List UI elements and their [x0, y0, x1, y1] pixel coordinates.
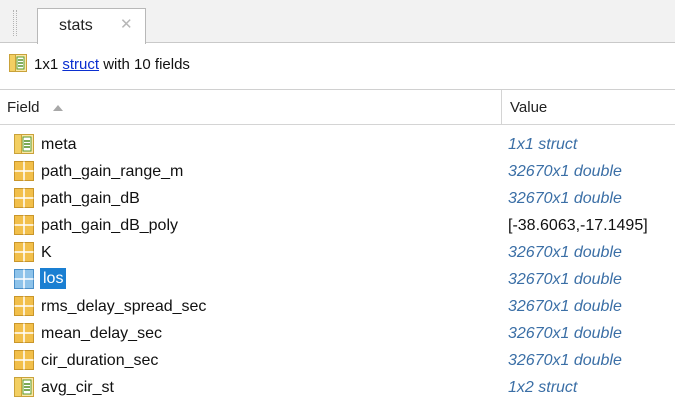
- summary-suffix: with 10 fields: [99, 56, 190, 73]
- sort-ascending-icon: [53, 105, 63, 111]
- field-name[interactable]: path_gain_range_m: [41, 162, 183, 181]
- field-value[interactable]: 1x2 struct: [508, 378, 577, 397]
- field-value[interactable]: 32670x1 double: [508, 324, 622, 343]
- tab-stats[interactable]: stats ✕: [37, 8, 146, 44]
- table-row[interactable]: meta 1x1 struct: [0, 131, 675, 158]
- table-row[interactable]: rms_delay_spread_sec 32670x1 double: [0, 293, 675, 320]
- table-row[interactable]: path_gain_dB 32670x1 double: [0, 185, 675, 212]
- field-value[interactable]: 32670x1 double: [508, 270, 622, 289]
- table-header: Field Value: [0, 89, 675, 125]
- matrix-icon: [14, 350, 34, 370]
- struct-icon: [14, 134, 34, 154]
- matrix-icon: [14, 215, 34, 235]
- drag-grip-icon[interactable]: [13, 10, 17, 36]
- field-name[interactable]: path_gain_dB_poly: [41, 216, 178, 235]
- struct-link[interactable]: struct: [62, 56, 99, 73]
- field-name[interactable]: path_gain_dB: [41, 189, 140, 208]
- field-name[interactable]: meta: [41, 135, 77, 154]
- field-name[interactable]: K: [41, 243, 52, 262]
- matrix-icon: [14, 188, 34, 208]
- struct-summary: 1x1 struct with 10 fields: [0, 44, 675, 84]
- table-row[interactable]: path_gain_dB_poly [-38.6063,-17.1495]: [0, 212, 675, 239]
- table-row[interactable]: los 32670x1 double: [0, 266, 675, 293]
- table-row[interactable]: path_gain_range_m 32670x1 double: [0, 158, 675, 185]
- field-name[interactable]: los: [40, 268, 67, 289]
- field-value[interactable]: 32670x1 double: [508, 189, 622, 208]
- matrix-icon: [14, 242, 34, 262]
- value-column-header[interactable]: Value: [510, 99, 547, 116]
- table-row[interactable]: mean_delay_sec 32670x1 double: [0, 320, 675, 347]
- matrix-icon: [14, 323, 34, 343]
- field-name[interactable]: rms_delay_spread_sec: [41, 297, 206, 316]
- field-value[interactable]: 32670x1 double: [508, 162, 622, 181]
- matrix-icon: [14, 161, 34, 181]
- table-row[interactable]: K 32670x1 double: [0, 239, 675, 266]
- matrix-icon: [14, 269, 34, 289]
- field-value[interactable]: 32670x1 double: [508, 243, 622, 262]
- table-row[interactable]: avg_cir_st 1x2 struct: [0, 374, 675, 401]
- matrix-icon: [14, 296, 34, 316]
- struct-icon: [14, 377, 34, 397]
- field-value[interactable]: 1x1 struct: [508, 135, 577, 154]
- column-divider[interactable]: [501, 90, 502, 124]
- summary-text: 1x1 struct with 10 fields: [34, 56, 190, 73]
- table-row[interactable]: cir_duration_sec 32670x1 double: [0, 347, 675, 374]
- field-value[interactable]: 32670x1 double: [508, 351, 622, 370]
- field-value[interactable]: 32670x1 double: [508, 297, 622, 316]
- field-name[interactable]: mean_delay_sec: [41, 324, 162, 343]
- field-value[interactable]: [-38.6063,-17.1495]: [508, 216, 648, 235]
- field-list: meta 1x1 struct path_gain_range_m 32670x1 d…: [0, 131, 675, 401]
- field-column-header[interactable]: Field: [7, 99, 40, 116]
- field-name[interactable]: cir_duration_sec: [41, 351, 158, 370]
- struct-icon: [9, 54, 27, 72]
- summary-prefix: 1x1: [34, 56, 63, 73]
- tab-bar: stats ✕: [0, 0, 675, 44]
- close-icon[interactable]: ✕: [120, 17, 133, 33]
- tab-label: stats: [59, 17, 93, 34]
- field-name[interactable]: avg_cir_st: [41, 378, 114, 397]
